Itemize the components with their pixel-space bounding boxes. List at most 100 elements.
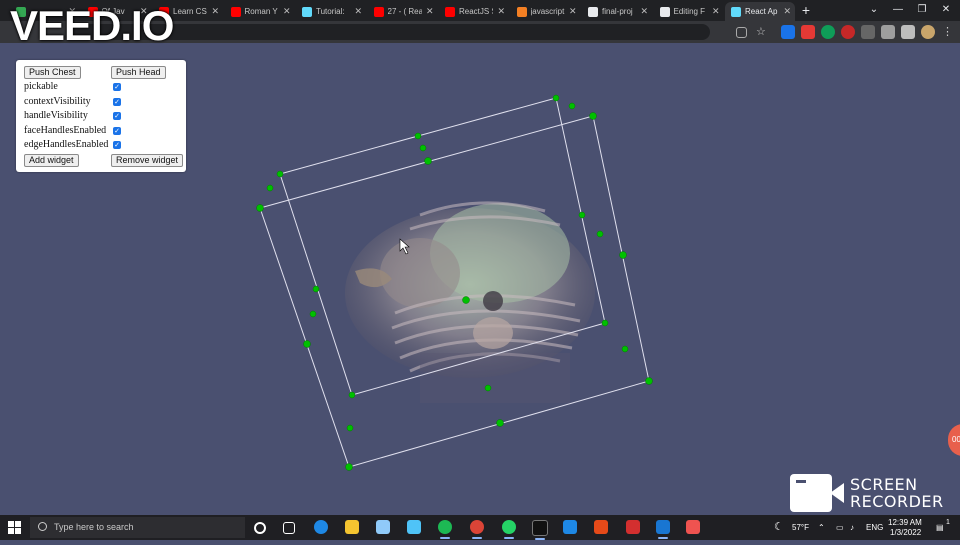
new-tab-button[interactable]: + bbox=[798, 2, 814, 18]
close-tab-icon[interactable]: ✕ bbox=[783, 6, 791, 17]
cortana-icon[interactable] bbox=[254, 522, 266, 534]
push-chest-button[interactable]: Push Chest bbox=[24, 66, 81, 79]
close-tab-icon[interactable]: ✕ bbox=[640, 6, 648, 17]
windows-taskbar: Type here to search ☾ 57°F ⌃ ▭ ♪ ENG 12:… bbox=[0, 515, 960, 540]
file-explorer-icon[interactable] bbox=[345, 520, 359, 534]
recorder-line-2: RECORDER bbox=[850, 492, 944, 511]
chrome-icon[interactable] bbox=[470, 520, 484, 539]
extension-icon[interactable] bbox=[881, 25, 895, 39]
search-icon bbox=[38, 522, 47, 531]
extension-icon[interactable] bbox=[781, 25, 795, 39]
weather-moon-icon: ☾ bbox=[774, 521, 784, 533]
browser-tab[interactable]: Roman Y ✕ bbox=[225, 2, 295, 21]
widget-handle bbox=[496, 419, 504, 427]
share-icon[interactable] bbox=[736, 27, 747, 38]
browser-tab[interactable]: Editing F ✕ bbox=[654, 2, 724, 21]
bookmark-star-icon[interactable]: ☆ bbox=[756, 25, 770, 39]
mail-icon[interactable] bbox=[407, 520, 421, 534]
add-widget-button[interactable]: Add widget bbox=[24, 154, 79, 167]
tab-title: final-proj bbox=[602, 7, 633, 16]
browser-tab[interactable]: 27 - ( Rea ✕ bbox=[368, 2, 438, 21]
github-icon bbox=[588, 6, 598, 17]
extension-icon[interactable] bbox=[801, 25, 815, 39]
wps-office-icon[interactable] bbox=[626, 520, 640, 534]
render-viewport[interactable]: Push Chest Push Head pickable ✓ contextV… bbox=[0, 43, 960, 515]
camera-icon bbox=[790, 474, 844, 512]
checkbox-edge-handles[interactable]: ✓ bbox=[113, 141, 121, 149]
widget-handle bbox=[619, 251, 627, 259]
tab-title: 27 - ( Rea bbox=[387, 7, 422, 16]
stackoverflow-icon bbox=[516, 6, 527, 17]
task-view-icon[interactable] bbox=[283, 522, 295, 534]
checkbox-handle-visibility[interactable]: ✓ bbox=[113, 112, 121, 120]
close-tab-icon[interactable]: ✕ bbox=[354, 6, 362, 17]
widget-handle bbox=[414, 132, 422, 140]
push-head-button[interactable]: Push Head bbox=[111, 66, 166, 79]
widget-handle bbox=[419, 144, 427, 152]
widget-handle bbox=[256, 204, 264, 212]
tab-title: Roman Y bbox=[244, 7, 278, 16]
jetbrains-icon[interactable] bbox=[532, 520, 548, 540]
extension-icon[interactable] bbox=[861, 25, 875, 39]
browser-tab[interactable]: Tutorial: ✕ bbox=[296, 2, 366, 21]
youtube-icon bbox=[373, 6, 384, 17]
minimize-icon[interactable]: — bbox=[886, 2, 910, 18]
remove-widget-button[interactable]: Remove widget bbox=[111, 154, 184, 167]
checkbox-pickable[interactable]: ✓ bbox=[113, 83, 121, 91]
veed-watermark: VEED.IO bbox=[10, 2, 174, 49]
browser-tab[interactable]: ReactJS S ✕ bbox=[439, 2, 509, 21]
window-dropdown-icon[interactable]: ⌄ bbox=[862, 2, 886, 18]
close-tab-icon[interactable]: ✕ bbox=[283, 6, 291, 17]
tray-chevron-icon[interactable]: ⌃ bbox=[818, 515, 825, 540]
close-window-icon[interactable]: ✕ bbox=[934, 2, 958, 18]
extension-icon[interactable] bbox=[821, 25, 835, 39]
widget-handle bbox=[348, 391, 356, 399]
notifications-count: 1 bbox=[946, 519, 950, 526]
spotify-icon[interactable] bbox=[438, 520, 452, 539]
store-icon[interactable] bbox=[376, 520, 390, 534]
close-tab-icon[interactable]: ✕ bbox=[497, 6, 505, 17]
widget-handle bbox=[266, 184, 274, 192]
widget-handle bbox=[276, 170, 284, 178]
browser-tab[interactable]: React Ap ✕ bbox=[725, 2, 795, 21]
option-label-face-handles: faceHandlesEnabled bbox=[24, 125, 107, 136]
clock-date[interactable]: 1/3/2022 bbox=[890, 520, 921, 545]
checkbox-face-handles[interactable]: ✓ bbox=[113, 127, 121, 135]
browser-tab[interactable]: javascript ✕ bbox=[511, 2, 581, 21]
widget-handle bbox=[578, 211, 586, 219]
widget-handle bbox=[312, 285, 320, 293]
puzzle-icon[interactable] bbox=[901, 25, 915, 39]
youtube-icon bbox=[230, 6, 241, 17]
widget-handle bbox=[645, 377, 653, 385]
checkbox-context-visibility[interactable]: ✓ bbox=[113, 98, 121, 106]
taskbar-search-box[interactable]: Type here to search bbox=[30, 517, 245, 538]
widget-handle bbox=[601, 319, 609, 327]
network-icon[interactable]: ▭ bbox=[836, 515, 844, 540]
restore-icon[interactable]: ❐ bbox=[910, 2, 934, 18]
whatsapp-icon[interactable] bbox=[502, 520, 516, 539]
screen-recorder-icon[interactable] bbox=[686, 520, 700, 534]
language-indicator[interactable]: ENG bbox=[866, 515, 883, 540]
tab-title: React Ap bbox=[745, 7, 778, 16]
edge-icon[interactable] bbox=[314, 520, 328, 534]
close-tab-icon[interactable]: ✕ bbox=[426, 6, 434, 17]
volume-icon[interactable]: ♪ bbox=[850, 515, 854, 540]
react-icon bbox=[302, 6, 312, 17]
vscode-icon[interactable] bbox=[656, 520, 670, 539]
widget-handle bbox=[552, 94, 560, 102]
screen-recorder-logo: SCREEN RECORDER bbox=[790, 474, 950, 514]
browser-tab[interactable]: final-proj ✕ bbox=[582, 2, 652, 21]
calendar-icon[interactable] bbox=[563, 520, 577, 534]
extension-icon[interactable] bbox=[841, 25, 855, 39]
close-tab-icon[interactable]: ✕ bbox=[211, 6, 219, 17]
windows-start-icon[interactable] bbox=[8, 521, 21, 534]
avatar[interactable] bbox=[921, 25, 935, 39]
option-label-handle-visibility: handleVisibility bbox=[24, 110, 88, 121]
option-label-context-visibility: contextVisibility bbox=[24, 96, 91, 107]
menu-dots-icon[interactable]: ⋮ bbox=[942, 25, 956, 39]
notifications-icon[interactable]: ▤ bbox=[936, 515, 944, 540]
close-tab-icon[interactable]: ✕ bbox=[712, 6, 720, 17]
close-tab-icon[interactable]: ✕ bbox=[569, 6, 577, 17]
app-icon[interactable] bbox=[594, 520, 608, 534]
chest-volume bbox=[345, 201, 595, 403]
